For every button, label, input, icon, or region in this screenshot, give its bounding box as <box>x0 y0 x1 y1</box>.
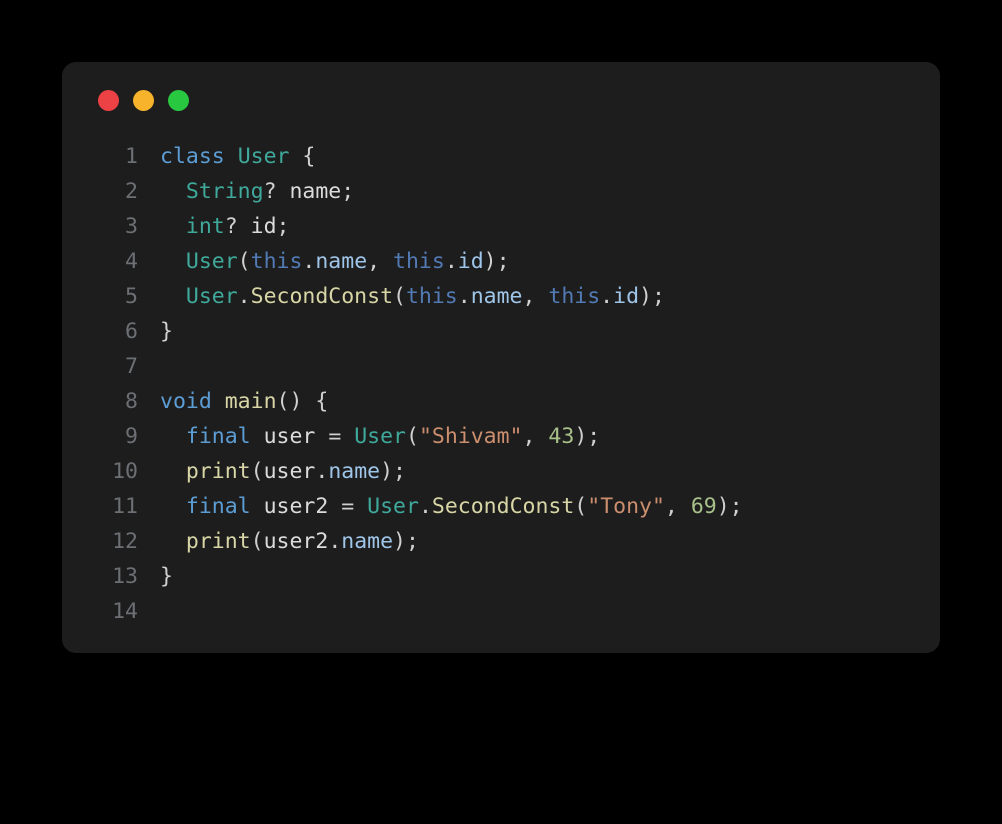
line-number: 5 <box>94 279 138 314</box>
minimize-icon[interactable] <box>133 90 154 111</box>
line-number: 14 <box>94 594 138 629</box>
close-icon[interactable] <box>98 90 119 111</box>
code-line: 5 User.SecondConst(this.name, this.id); <box>94 279 908 314</box>
code-content <box>160 594 908 629</box>
code-content <box>160 349 908 384</box>
code-line: 11 final user2 = User.SecondConst("Tony"… <box>94 489 908 524</box>
code-line: 10 print(user.name); <box>94 454 908 489</box>
code-content: int? id; <box>160 209 908 244</box>
code-line: 2 String? name; <box>94 174 908 209</box>
line-number: 1 <box>94 139 138 174</box>
code-content: User.SecondConst(this.name, this.id); <box>160 279 908 314</box>
code-line: 6} <box>94 314 908 349</box>
code-content: class User { <box>160 139 908 174</box>
code-content: } <box>160 314 908 349</box>
code-content: print(user2.name); <box>160 524 908 559</box>
code-line: 13} <box>94 559 908 594</box>
code-content: void main() { <box>160 384 908 419</box>
code-content: User(this.name, this.id); <box>160 244 908 279</box>
code-line: 3 int? id; <box>94 209 908 244</box>
code-content: String? name; <box>160 174 908 209</box>
traffic-lights <box>98 90 908 111</box>
line-number: 3 <box>94 209 138 244</box>
code-content: print(user.name); <box>160 454 908 489</box>
code-line: 4 User(this.name, this.id); <box>94 244 908 279</box>
code-content: } <box>160 559 908 594</box>
line-number: 9 <box>94 419 138 454</box>
code-content: final user = User("Shivam", 43); <box>160 419 908 454</box>
line-number: 10 <box>94 454 138 489</box>
zoom-icon[interactable] <box>168 90 189 111</box>
code-line: 1 class User { <box>94 139 908 174</box>
code-line: 14 <box>94 594 908 629</box>
line-number: 13 <box>94 559 138 594</box>
line-number: 2 <box>94 174 138 209</box>
code-content: final user2 = User.SecondConst("Tony", 6… <box>160 489 908 524</box>
code-editor: 1class User {2 String? name;3 int? id;4 … <box>94 139 908 629</box>
code-line: 9 final user = User("Shivam", 43); <box>94 419 908 454</box>
line-number: 8 <box>94 384 138 419</box>
line-number: 11 <box>94 489 138 524</box>
line-number: 6 <box>94 314 138 349</box>
line-number: 4 <box>94 244 138 279</box>
line-number: 7 <box>94 349 138 384</box>
line-number: 12 <box>94 524 138 559</box>
code-line: 12 print(user2.name); <box>94 524 908 559</box>
code-line: 8 void main() { <box>94 384 908 419</box>
code-window: 1class User {2 String? name;3 int? id;4 … <box>62 62 940 653</box>
code-line: 7 <box>94 349 908 384</box>
